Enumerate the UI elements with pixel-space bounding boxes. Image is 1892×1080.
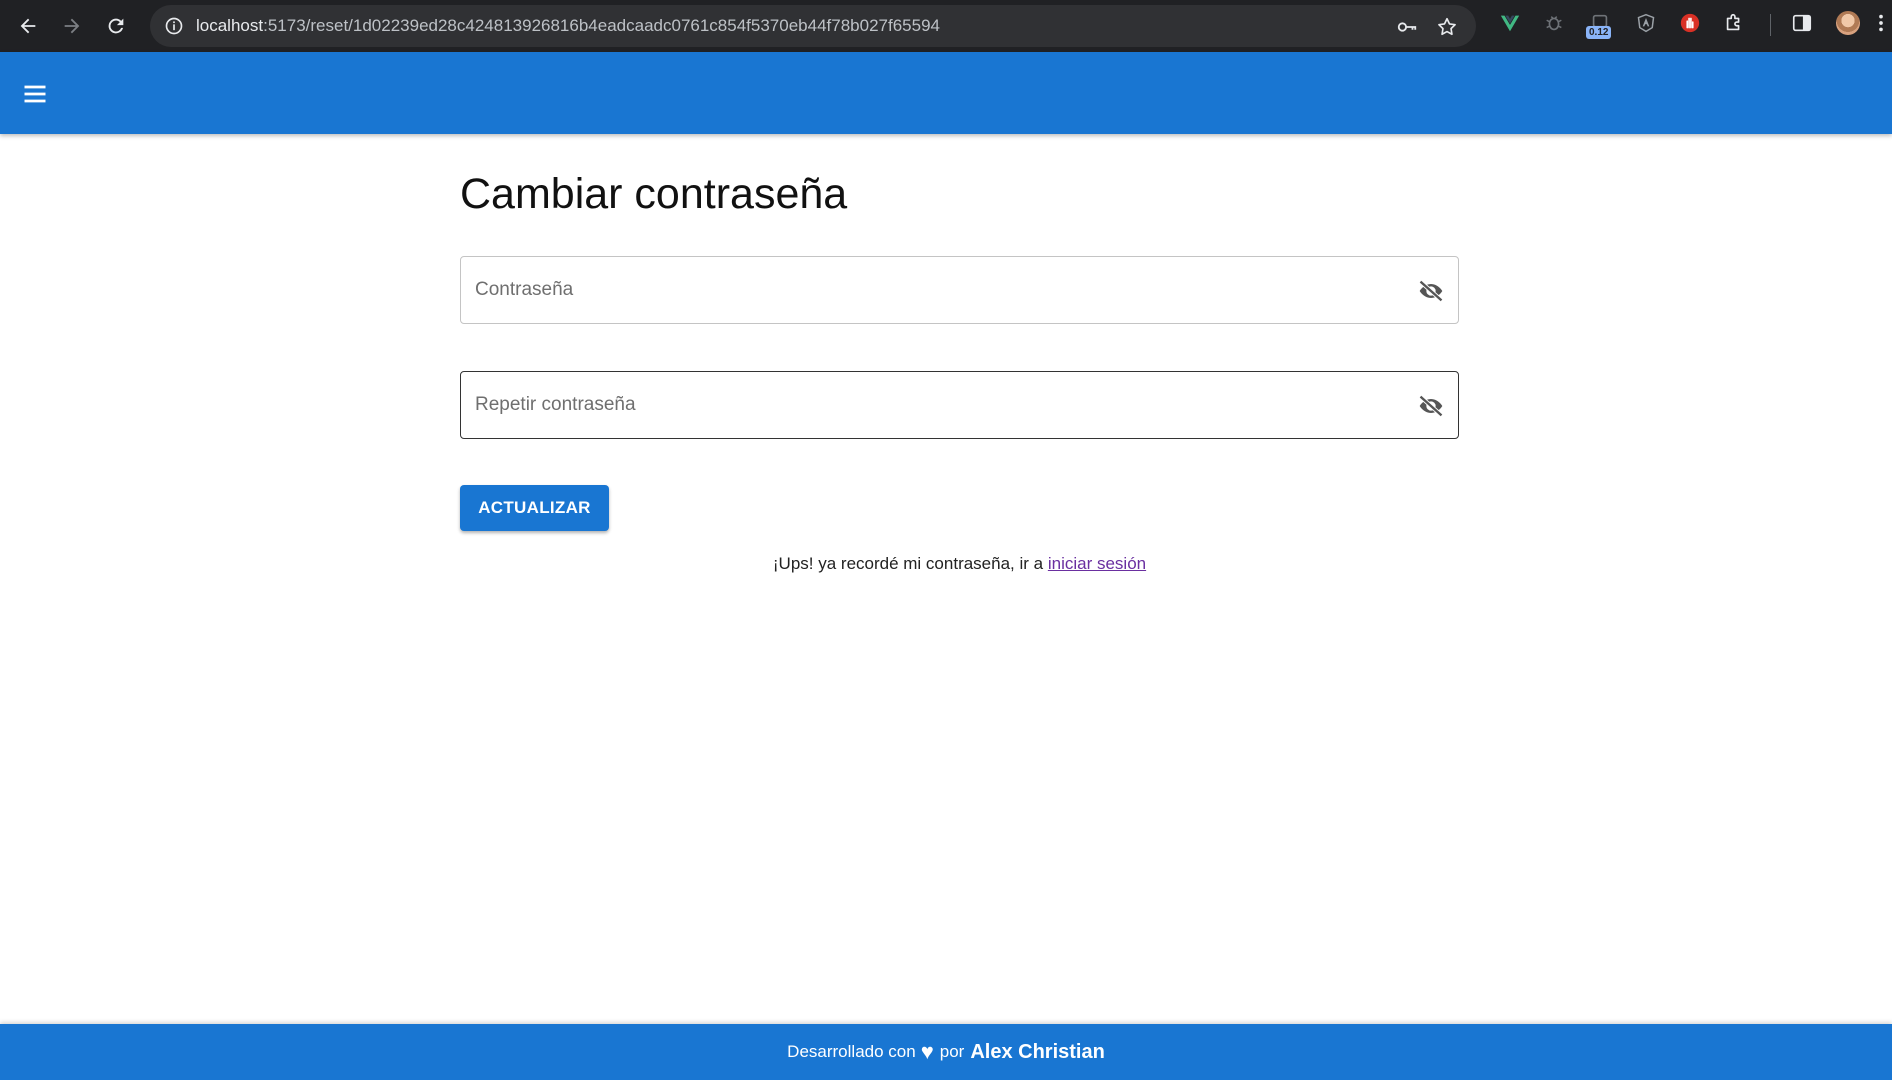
update-button[interactable]: ACTUALIZAR (460, 485, 609, 531)
profile-avatar[interactable] (1836, 11, 1860, 35)
site-info-icon[interactable] (164, 16, 184, 36)
angular-extension-icon[interactable] (1634, 11, 1658, 35)
url-path: :5173/reset/1d02239ed28c424813926816b4ea… (263, 16, 940, 35)
password-key-icon[interactable] (1396, 16, 1418, 38)
footer-by: por (939, 1042, 965, 1061)
login-hint: ¡Ups! ya recordé mi contraseña, ir a ini… (460, 553, 1459, 575)
url-host: localhost (196, 16, 264, 35)
repeat-password-input[interactable] (475, 372, 1395, 438)
browser-toolbar: localhost:5173/reset/1d02239ed28c4248139… (0, 0, 1892, 52)
toolbar-divider (1770, 14, 1771, 36)
address-bar[interactable]: localhost:5173/reset/1d02239ed28c4248139… (150, 5, 1476, 47)
back-arrow-icon[interactable] (12, 10, 44, 42)
side-panel-icon[interactable] (1790, 11, 1814, 35)
footer-prefix: Desarrollado con (787, 1042, 916, 1061)
repeat-password-field[interactable] (460, 371, 1459, 439)
login-link[interactable]: iniciar sesión (1048, 554, 1146, 573)
more-menu-icon[interactable] (1874, 11, 1888, 35)
extension-badge: 0.12 (1586, 26, 1612, 39)
password-field[interactable] (460, 256, 1459, 324)
reload-icon[interactable] (100, 10, 132, 42)
app-header (0, 52, 1892, 134)
forward-arrow-icon[interactable] (56, 10, 88, 42)
bug-extension-icon[interactable] (1542, 11, 1566, 35)
url-text[interactable]: localhost:5173/reset/1d02239ed28c4248139… (196, 5, 940, 47)
vue-devtools-icon[interactable] (1498, 11, 1522, 35)
stop-hand-extension-icon[interactable] (1678, 11, 1702, 35)
password-input[interactable] (475, 257, 1395, 323)
page-title: Cambiar contraseña (460, 170, 848, 218)
bookmark-star-icon[interactable] (1436, 16, 1458, 38)
login-hint-text: ¡Ups! ya recordé mi contraseña, ir a (772, 554, 1048, 573)
heart-icon: ♥ (920, 1039, 934, 1064)
footer: Desarrollado con ♥ por Alex Christian (0, 1024, 1892, 1080)
eye-off-icon[interactable] (1416, 392, 1446, 420)
extensions-puzzle-icon[interactable] (1722, 11, 1746, 35)
hamburger-menu-icon[interactable] (18, 77, 52, 111)
eye-off-icon[interactable] (1416, 277, 1446, 305)
footer-author: Alex Christian (970, 1040, 1105, 1063)
